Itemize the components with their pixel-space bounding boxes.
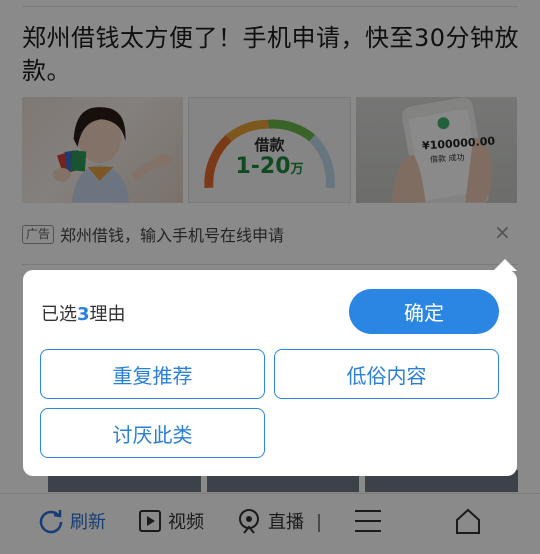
selected-count: 3	[77, 304, 90, 325]
reason-label: 重复推荐	[112, 363, 193, 388]
selected-prefix: 已选	[41, 304, 77, 325]
confirm-button[interactable]: 确定	[349, 289, 499, 334]
popup-arrow	[493, 259, 517, 271]
reason-vulgar-content[interactable]: 低俗内容	[274, 349, 499, 399]
reason-label: 低俗内容	[346, 363, 427, 388]
reason-duplicate-recommendation[interactable]: 重复推荐	[40, 349, 265, 399]
dislike-reasons-popup: 已选3理由 确定 重复推荐 低俗内容 讨厌此类	[23, 259, 517, 476]
selected-reasons-count: 已选3理由	[41, 300, 126, 326]
reason-label: 讨厌此类	[112, 422, 193, 447]
selected-suffix: 理由	[89, 304, 126, 325]
reason-dislike-category[interactable]: 讨厌此类	[40, 408, 265, 458]
